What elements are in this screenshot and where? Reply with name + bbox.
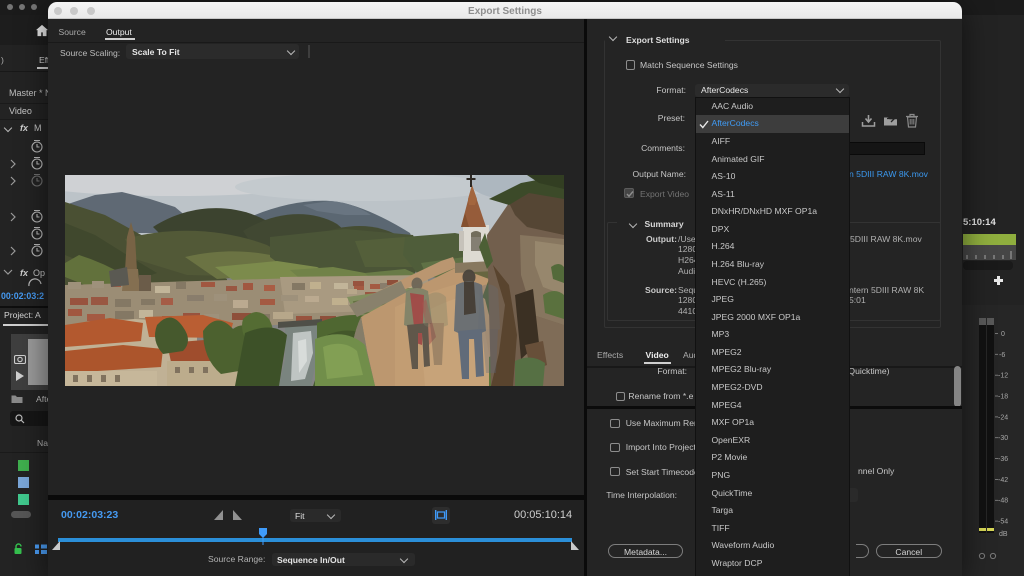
svg-text:-12: -12 <box>998 373 1008 380</box>
svg-text:-30: -30 <box>998 435 1008 442</box>
svg-text:-42: -42 <box>998 477 1008 484</box>
svg-text:Op: Op <box>33 268 45 278</box>
svg-text:0: 0 <box>1001 331 1005 338</box>
svg-text:-48: -48 <box>998 498 1008 505</box>
svg-text:-18: -18 <box>998 394 1008 401</box>
svg-text:-54: -54 <box>998 519 1008 526</box>
svg-text:fx: fx <box>20 268 29 278</box>
svg-text:-6: -6 <box>999 352 1005 359</box>
svg-text:dB: dB <box>999 531 1008 538</box>
svg-text:-36: -36 <box>998 456 1008 463</box>
svg-text:-24: -24 <box>998 414 1008 421</box>
